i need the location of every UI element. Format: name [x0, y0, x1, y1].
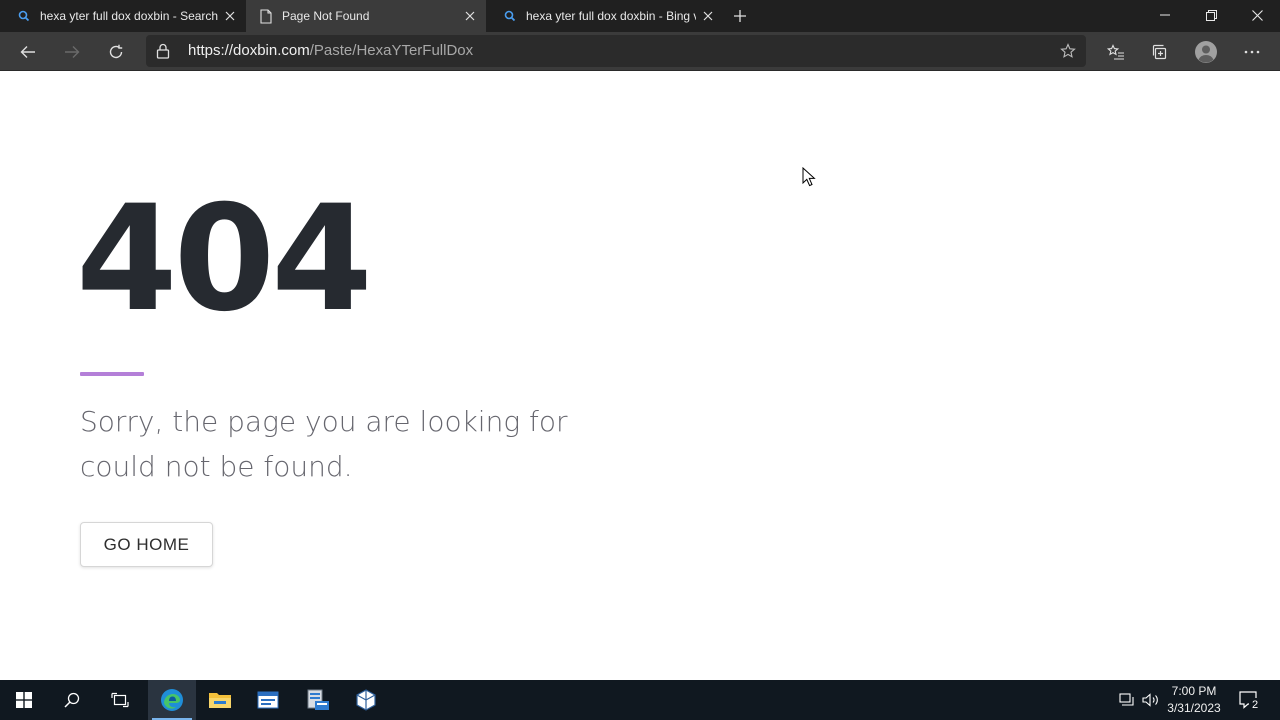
forward-arrow-icon	[65, 46, 80, 58]
go-home-button[interactable]: GO HOME	[80, 522, 213, 567]
tab-search[interactable]: hexa yter full dox doxbin - Search	[0, 0, 246, 32]
close-icon[interactable]	[218, 4, 242, 28]
forward-button[interactable]	[56, 36, 88, 68]
more-dots-icon	[1244, 50, 1260, 54]
browser-toolbar: https://doxbin.com/Paste/HexaYTerFullDox	[0, 32, 1280, 71]
refresh-icon	[109, 44, 123, 59]
virtualbox-icon	[356, 689, 376, 711]
volume-tray-icon[interactable]	[1140, 680, 1162, 720]
accent-divider	[80, 372, 144, 376]
edge-icon	[161, 689, 183, 711]
collections-button[interactable]	[1144, 36, 1176, 68]
app-window-icon	[257, 691, 279, 709]
url-scheme: https://	[188, 42, 234, 59]
clock-time: 7:00 PM	[1171, 684, 1217, 698]
new-tab-button[interactable]	[728, 4, 752, 28]
close-icon[interactable]	[696, 4, 720, 28]
tab-label: Page Not Found	[282, 9, 370, 23]
close-icon[interactable]	[458, 4, 482, 28]
notification-count-badge: 2	[1249, 698, 1261, 712]
search-icon	[64, 692, 80, 708]
avatar-icon	[1195, 41, 1217, 63]
tab-page-not-found[interactable]: Page Not Found	[246, 0, 486, 32]
favorite-star-icon[interactable]	[1056, 39, 1080, 63]
favorites-button[interactable]	[1100, 36, 1132, 68]
file-explorer-icon	[209, 693, 231, 708]
start-icon	[16, 692, 32, 708]
url-host: doxbin.com	[233, 42, 310, 59]
app-window-taskbar-app[interactable]	[244, 680, 292, 720]
tab-label: hexa yter full dox doxbin - Search	[40, 9, 218, 23]
action-center-button[interactable]: 2	[1234, 680, 1264, 720]
tab-label: hexa yter full dox doxbin - Bing video	[526, 9, 696, 23]
close-icon	[1251, 9, 1263, 21]
taskbar-search-button[interactable]	[48, 680, 96, 720]
server-manager-icon	[307, 689, 329, 710]
profile-button[interactable]	[1190, 36, 1222, 68]
favorites-list-icon	[1107, 44, 1124, 60]
close-window-button[interactable]	[1234, 0, 1280, 30]
restore-icon	[1205, 9, 1217, 21]
file-explorer-taskbar-app[interactable]	[196, 680, 244, 720]
search-icon	[16, 8, 32, 24]
task-view-icon	[111, 692, 129, 708]
minimize-icon	[1160, 14, 1170, 16]
page-content: 404 Sorry, the page you are looking for …	[0, 71, 1280, 680]
plus-icon	[734, 10, 746, 22]
search-icon	[502, 8, 518, 24]
minimize-button[interactable]	[1142, 0, 1188, 30]
error-message: Sorry, the page you are looking for coul…	[80, 405, 568, 483]
start-button[interactable]	[0, 680, 48, 720]
settings-more-button[interactable]	[1236, 36, 1268, 68]
network-tray-icon[interactable]	[1116, 680, 1138, 720]
tab-bing-video[interactable]: hexa yter full dox doxbin - Bing video	[486, 0, 724, 32]
edge-taskbar-app[interactable]	[148, 680, 196, 720]
clock-date: 3/31/2023	[1167, 701, 1221, 715]
back-arrow-icon	[20, 46, 35, 58]
refresh-button[interactable]	[100, 36, 132, 68]
taskbar: 7:00 PM 3/31/2023 2	[0, 680, 1280, 720]
restore-button[interactable]	[1188, 0, 1234, 30]
lock-icon[interactable]	[156, 43, 172, 59]
mouse-pointer-icon	[802, 167, 816, 187]
task-view-button[interactable]	[96, 680, 144, 720]
url-path: /Paste/HexaYTerFullDox	[309, 42, 474, 59]
address-bar[interactable]: https://doxbin.com/Paste/HexaYTerFullDox	[146, 35, 1086, 67]
url-text[interactable]: https://doxbin.com/Paste/HexaYTerFullDox	[188, 42, 473, 59]
back-button[interactable]	[12, 36, 44, 68]
collections-icon	[1152, 44, 1167, 60]
page-icon	[258, 8, 274, 24]
taskbar-clock[interactable]: 7:00 PM 3/31/2023	[1164, 683, 1224, 717]
virtualbox-taskbar-app[interactable]	[342, 680, 390, 720]
server-manager-taskbar-app[interactable]	[294, 680, 342, 720]
error-code: 404	[76, 174, 373, 344]
tab-strip: hexa yter full dox doxbin - Search Page …	[0, 0, 1280, 32]
